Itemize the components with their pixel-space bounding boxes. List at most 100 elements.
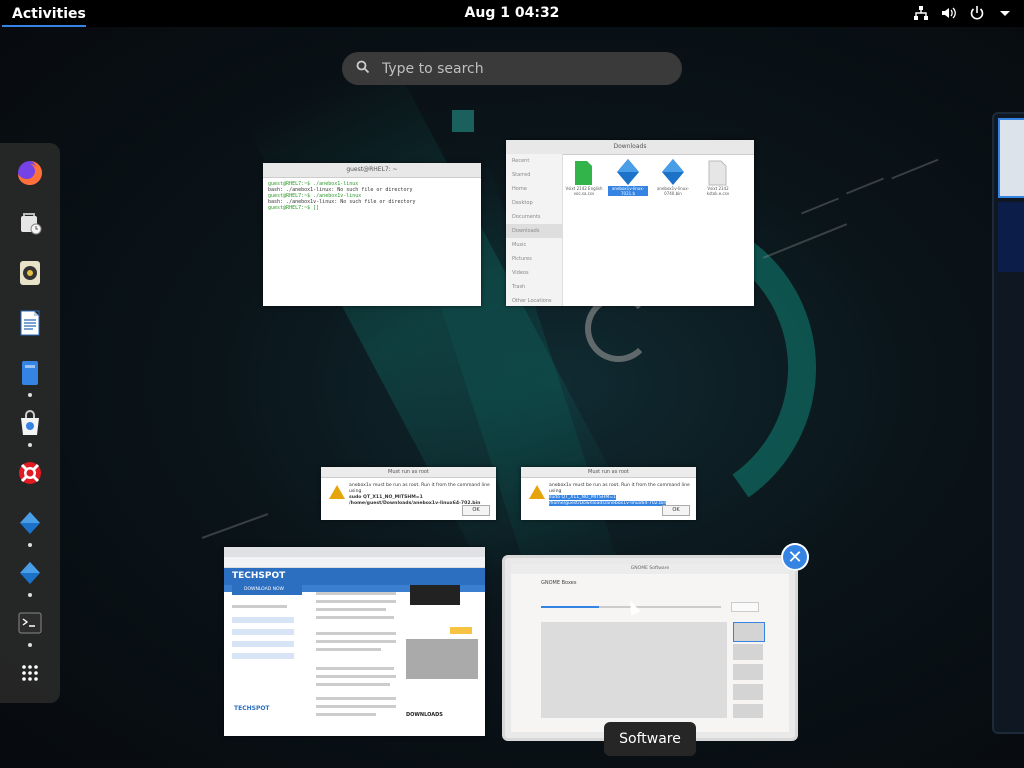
footer-logo: TECHSPOT	[234, 705, 270, 712]
dialog-message: anebox1v must be run as root. Run it fro…	[349, 483, 490, 507]
terminal-window[interactable]: guest@RHEL7: ~ guest@RHEL7:~$ ./anebox1-…	[263, 163, 481, 306]
download-now-button[interactable]: DOWNLOAD NOW	[232, 585, 302, 595]
running-indicator	[28, 543, 32, 547]
firefox-icon[interactable]	[14, 157, 46, 189]
error-dialog[interactable]: Must run as root anebox1v must be run as…	[321, 467, 496, 520]
files-sidebar-item[interactable]: Trash	[506, 280, 562, 294]
site-logo: TECHSPOT	[232, 571, 286, 581]
downloads-heading: DOWNLOADS	[406, 712, 443, 718]
software-window-title: GNOME Software	[511, 564, 789, 574]
thumbnail[interactable]	[733, 684, 763, 700]
thumbnail[interactable]	[733, 622, 765, 642]
running-indicator	[28, 393, 32, 397]
dialog-title: Must run as root	[321, 467, 496, 478]
close-icon: ✕	[787, 546, 803, 568]
network-icon[interactable]	[912, 4, 930, 22]
terminal-window-title: guest@RHEL7: ~	[263, 163, 481, 178]
files-sidebar-item[interactable]: Videos	[506, 266, 562, 280]
activities-button[interactable]: Activities	[0, 0, 98, 27]
product-image	[410, 585, 460, 605]
activities-label: Activities	[12, 5, 86, 22]
app-grid-icon[interactable]	[14, 657, 46, 689]
workspace-thumbnail[interactable]	[992, 112, 1024, 734]
window-tooltip-label: Software	[619, 731, 681, 747]
top-bar: Activities Aug 1 04:32	[0, 0, 1024, 27]
running-indicator	[28, 593, 32, 597]
power-icon[interactable]	[968, 4, 986, 22]
file-label-selected: anebox1v-linux-7021.b	[608, 186, 648, 196]
search-entry[interactable]	[342, 52, 682, 85]
thumbnail[interactable]	[733, 704, 763, 718]
search-icon	[356, 59, 370, 78]
file-item[interactable]	[706, 160, 728, 186]
files-sidebar-item[interactable]: Starred	[506, 168, 562, 182]
dialog-command-selected: sudo QT_X11_NO_MITSHM=1 /home/guest/Down…	[549, 495, 667, 506]
dialog-command: sudo QT_X11_NO_MITSHM=1 /home/guest/Down…	[349, 495, 481, 506]
browser-tabs[interactable]	[224, 547, 485, 557]
files-sidebar: Recent Starred Home Desktop Documents Do…	[506, 154, 563, 306]
close-window-button[interactable]: ✕	[781, 543, 809, 571]
browser-url-bar[interactable]	[224, 557, 485, 568]
files-icon[interactable]	[14, 357, 46, 397]
files-sidebar-item[interactable]: Home	[506, 182, 562, 196]
thumbnail[interactable]	[733, 664, 763, 680]
file-item[interactable]	[616, 158, 639, 185]
terminal-output: guest@RHEL7:~$ ./anebox1-linux bash: ./a…	[263, 178, 481, 214]
clock[interactable]: Aug 1 04:32	[0, 5, 1024, 21]
ok-button[interactable]: OK	[662, 505, 690, 516]
writer-icon[interactable]	[14, 307, 46, 339]
rhythmbox-icon[interactable]	[14, 257, 46, 289]
warning-icon	[329, 485, 345, 499]
clock-label: Aug 1 04:32	[464, 5, 560, 21]
files-sidebar-item[interactable]: Downloads	[506, 224, 562, 238]
ok-button[interactable]: OK	[462, 505, 490, 516]
software-icon[interactable]	[14, 407, 46, 447]
software-window-content: GNOME Software GNOME Boxes	[511, 564, 789, 732]
dash	[0, 143, 60, 703]
workspace-window-preview	[998, 118, 1024, 198]
files-sidebar-item[interactable]: Desktop	[506, 196, 562, 210]
screenshot-area	[541, 622, 727, 718]
help-icon[interactable]	[14, 457, 46, 489]
diamond-app-icon[interactable]	[14, 507, 46, 547]
file-item[interactable]	[572, 160, 594, 186]
diamond-app-icon[interactable]	[14, 557, 46, 597]
workspace-window-preview	[998, 202, 1024, 272]
files-window[interactable]: Downloads Recent Starred Home Desktop Do…	[506, 140, 754, 306]
files-sidebar-item[interactable]: Recent	[506, 154, 562, 168]
running-indicator	[28, 443, 32, 447]
dialog-message-text: anebox1v must be run as root. Run it fro…	[349, 483, 490, 494]
site-header: TECHSPOT	[224, 568, 485, 585]
install-button[interactable]	[731, 602, 759, 612]
chevron-down-icon[interactable]	[996, 4, 1014, 22]
terminal-icon[interactable]	[14, 607, 46, 647]
progress-fill	[541, 606, 599, 608]
evolution-icon[interactable]	[14, 207, 46, 239]
search-input[interactable]	[380, 59, 654, 78]
files-window-title: Downloads	[506, 140, 754, 155]
file-item[interactable]	[661, 158, 684, 185]
article-image	[406, 639, 478, 679]
running-indicator	[28, 643, 32, 647]
price-tag	[450, 627, 472, 634]
warning-icon	[529, 485, 545, 499]
system-tray[interactable]	[912, 4, 1014, 22]
file-label: Vsixt 2142 kstok.e.csv	[706, 186, 730, 196]
software-app-name: GNOME Boxes	[541, 580, 577, 586]
file-label: Vsixt 2142 English voc.sa.csv	[565, 186, 603, 196]
terminal-line: guest@RHEL7:~$ []	[268, 205, 320, 211]
activities-indicator	[2, 25, 86, 27]
files-sidebar-item[interactable]: Pictures	[506, 252, 562, 266]
dialog-title: Must run as root	[521, 467, 696, 478]
dialog-message-text: anebox1v must be run as root. Run it fro…	[549, 483, 690, 494]
files-sidebar-item[interactable]: Documents	[506, 210, 562, 224]
error-dialog[interactable]: Must run as root anebox1v must be run as…	[521, 467, 696, 520]
file-label: anebox1v-linux-0740.bin	[656, 186, 690, 196]
browser-window[interactable]: TECHSPOT DOWNLOAD NOW DOWNLOADS TECHSPOT	[224, 547, 485, 736]
window-tooltip: Software	[604, 722, 696, 756]
thumbnail[interactable]	[733, 644, 763, 660]
volume-icon[interactable]	[940, 4, 958, 22]
files-sidebar-item[interactable]: Music	[506, 238, 562, 252]
software-window[interactable]: GNOME Software GNOME Boxes	[502, 555, 798, 741]
files-sidebar-item[interactable]: Other Locations	[506, 294, 562, 306]
